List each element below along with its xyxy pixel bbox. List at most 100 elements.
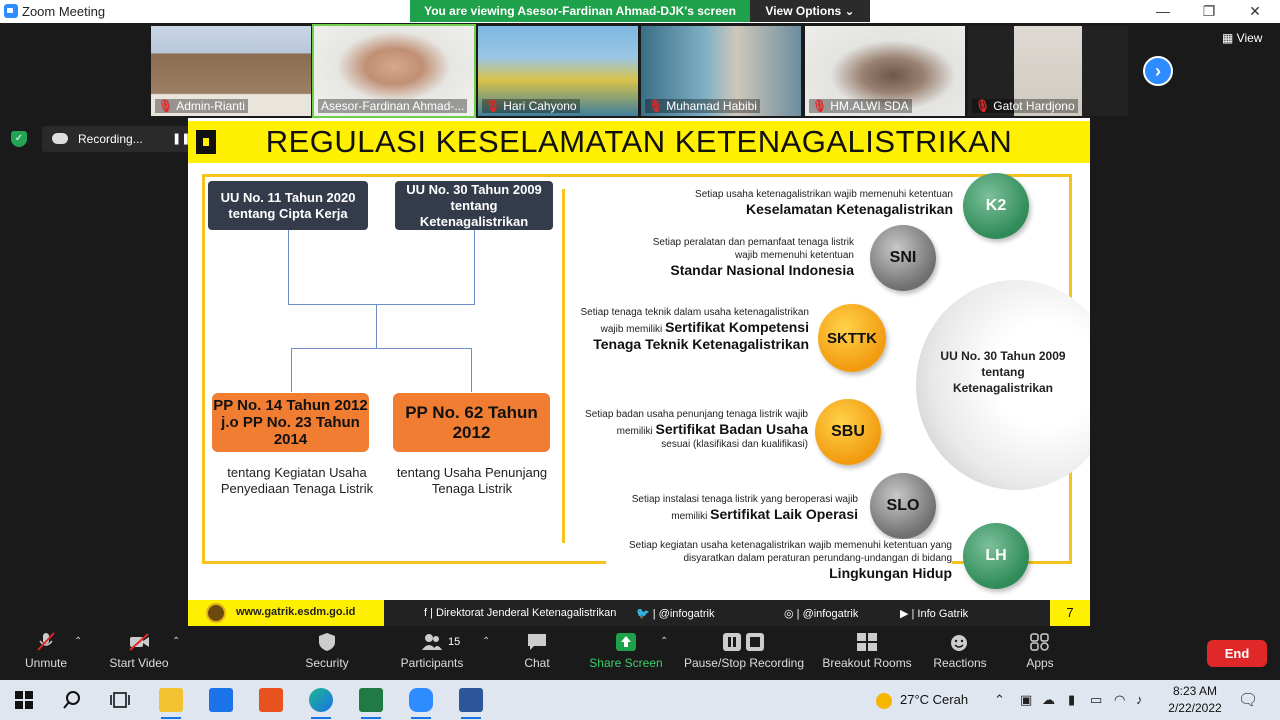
end-meeting-button[interactable]: End [1207, 640, 1267, 667]
volume-icon[interactable]: ♪ [1136, 692, 1143, 707]
search-icon[interactable] [60, 688, 84, 712]
participant-tile[interactable]: 🎙 Hari Cahyono [478, 26, 638, 116]
slide-title-bar: REGULASI KESELAMATAN KETENAGALISTRIKAN [188, 121, 1090, 163]
share-options-chevron-icon[interactable]: ⌃ [660, 636, 668, 647]
battery-icon[interactable]: ▭ [1090, 692, 1102, 708]
muted-mic-icon: 🎙 [158, 99, 174, 113]
participant-name: 🎙 Muhamad Habibi [645, 99, 760, 113]
column-divider [562, 189, 565, 543]
footer-website: www.gatrik.esdm.go.id [236, 606, 356, 618]
pp14-description: tentang Kegiatan Usaha Penyediaan Tenaga… [220, 465, 374, 496]
windows-start-icon[interactable] [12, 688, 36, 712]
video-options-chevron-icon[interactable]: ⌃ [172, 636, 180, 647]
minimize-button[interactable]: — [1148, 2, 1178, 20]
video-off-icon [129, 633, 149, 651]
security-button[interactable]: Security [297, 626, 357, 680]
participant-name: 🎙 HM.ALWI SDA [809, 99, 912, 113]
skttk-circle: SKTTK [818, 304, 886, 372]
excel-icon[interactable] [359, 688, 383, 719]
system-clock[interactable]: 8:23 AM 2/22/2022 [1160, 683, 1230, 717]
chat-icon [528, 634, 546, 650]
gallery-view-button[interactable]: ▦ View [1222, 31, 1262, 45]
participant-tile[interactable]: 🎙 HM.ALWI SDA [805, 26, 965, 116]
apps-button[interactable]: Apps [1016, 626, 1064, 680]
participant-tile[interactable]: 🎙 Gatot Hardjono [968, 26, 1128, 116]
participant-tile-active[interactable]: Asesor-Fardinan Ahmad-... [312, 24, 476, 118]
participant-tile[interactable]: 🎙 Admin-Rianti [151, 26, 311, 116]
muted-mic-icon: 🎙 [485, 99, 501, 113]
sbu-circle: SBU [815, 399, 881, 465]
unmute-button[interactable]: Unmute [16, 626, 76, 680]
task-view-icon[interactable] [108, 688, 132, 712]
word-icon[interactable] [459, 688, 483, 719]
pp14-box: PP No. 14 Tahun 2012 j.o PP No. 23 Tahun… [212, 393, 369, 452]
tray-expand-chevron-icon[interactable]: ⌃ [994, 692, 1005, 708]
windows-taskbar: 27°C Cerah ⌃ ▣ ☁ ▮ ▭ ◠ ♪ 8:23 AM 2/22/20… [0, 680, 1280, 720]
sbu-statement: Setiap badan usaha penunjang tenaga list… [585, 409, 808, 450]
audio-options-chevron-icon[interactable]: ⌃ [74, 636, 82, 647]
start-video-button[interactable]: Start Video [102, 626, 176, 680]
footer-facebook: f | Direktorat Jenderal Ketenagalistrika… [424, 607, 617, 619]
pause-stop-recording-button[interactable]: Pause/Stop Recording [682, 626, 806, 680]
wifi-icon[interactable]: ◠ [1114, 692, 1125, 708]
muted-mic-icon: 🎙 [812, 99, 828, 113]
participants-chevron-icon[interactable]: ⌃ [482, 636, 490, 647]
uu11-box: UU No. 11 Tahun 2020 tentang Cipta Kerja [208, 181, 368, 230]
connector-line [291, 348, 472, 349]
share-screen-button[interactable]: Share Screen [588, 626, 664, 680]
esdm-logo-icon [206, 603, 226, 623]
recording-indicator: Recording... ❚❚ [42, 126, 190, 152]
zoom-app-icon[interactable] [409, 688, 433, 719]
connector-line [288, 304, 475, 305]
footer-instagram: ◎ | @infogatrik [784, 608, 859, 620]
window-title: Zoom Meeting [22, 4, 106, 19]
weather-widget[interactable]: 27°C Cerah [876, 692, 968, 709]
connector-arrow [471, 348, 472, 392]
muted-mic-icon: 🎙 [648, 99, 664, 113]
k2-statement: Setiap usaha ketenagalistrikan wajib mem… [695, 189, 953, 217]
shared-screen-slide: REGULASI KESELAMATAN KETENAGALISTRIKAN U… [188, 118, 1090, 626]
pp62-description: tentang Usaha Penunjang Tenaga Listrik [396, 465, 548, 496]
onedrive-cloud-icon[interactable]: ☁ [1042, 692, 1055, 708]
view-options-button[interactable]: View Options ⌄ [750, 0, 870, 22]
skttk-statement: Setiap tenaga teknik dalam usaha ketenag… [580, 307, 809, 352]
cloud-record-icon [52, 133, 68, 144]
connector-line [474, 230, 475, 304]
k2-circle: K2 [963, 173, 1029, 239]
slo-statement: Setiap instalasi tenaga listrik yang ber… [631, 494, 858, 522]
breakout-rooms-button[interactable]: Breakout Rooms [820, 626, 914, 680]
recording-label: Recording... [78, 132, 143, 146]
microphone-icon[interactable]: ▮ [1068, 692, 1075, 708]
reactions-icon [951, 635, 967, 651]
participant-name: 🎙 Gatot Hardjono [972, 99, 1078, 113]
pp62-box: PP No. 62 Tahun 2012 [393, 393, 550, 452]
slo-circle: SLO [870, 473, 936, 539]
video-gallery-strip: 🎙 Admin-Rianti Asesor-Fardinan Ahmad-... … [0, 23, 1280, 118]
sni-circle: SNI [870, 225, 936, 291]
mail-icon[interactable] [209, 688, 233, 712]
slide-footer: www.gatrik.esdm.go.id f | Direktorat Jen… [188, 600, 1090, 626]
edge-browser-icon[interactable] [309, 688, 333, 719]
sni-statement: Setiap peralatan dan pemanfaat tenaga li… [652, 237, 854, 278]
participants-button[interactable]: Participants [396, 626, 468, 680]
share-screen-icon [616, 633, 636, 651]
next-page-arrow-icon[interactable]: › [1143, 56, 1173, 86]
participants-icon [422, 634, 442, 650]
reactions-button[interactable]: Reactions [930, 626, 990, 680]
maximize-button[interactable]: ❐ [1194, 2, 1224, 20]
viewing-banner: You are viewing Asesor-Fardinan Ahmad-DJ… [410, 0, 750, 22]
connector-line [288, 230, 289, 304]
close-window-button[interactable]: ✕ [1240, 2, 1270, 20]
connector-line [376, 304, 377, 348]
title-bar: Zoom Meeting You are viewing Asesor-Fard… [0, 0, 1280, 23]
notifications-icon[interactable]: 🗨 [1238, 690, 1258, 710]
meet-now-icon[interactable]: ▣ [1020, 692, 1032, 708]
participants-count: 15 [448, 636, 461, 648]
office-icon[interactable] [259, 688, 283, 712]
chat-button[interactable]: Chat [512, 626, 562, 680]
file-explorer-icon[interactable] [159, 688, 183, 719]
participant-tile[interactable]: 🎙 Muhamad Habibi [641, 26, 801, 116]
uu30-box: UU No. 30 Tahun 2009 tentang Ketenagalis… [395, 181, 553, 230]
slide-title: REGULASI KESELAMATAN KETENAGALISTRIKAN [265, 124, 1013, 159]
participant-name: 🎙 Admin-Rianti [155, 99, 248, 113]
